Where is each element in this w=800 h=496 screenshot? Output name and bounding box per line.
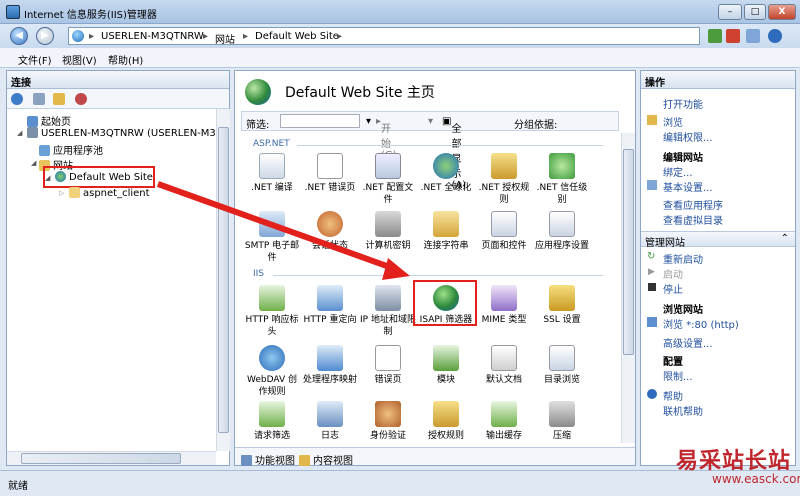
manage-site-title: 管理网站 <box>645 238 685 249</box>
action-open-feature[interactable]: 打开功能 <box>663 96 703 111</box>
action-online-help[interactable]: 联机帮助 <box>663 403 703 418</box>
collapse-icon[interactable]: ⌃ <box>781 233 789 244</box>
actions-pane: 操作 打开功能 浏览 编辑权限... 编辑网站 绑定... 基本设置... 查看… <box>640 70 796 466</box>
action-edit-permissions[interactable]: 编辑权限... <box>663 129 713 144</box>
action-browse-http[interactable]: 浏览 *:80 (http) <box>663 316 739 331</box>
action-view-applications[interactable]: 查看应用程序 <box>663 197 723 212</box>
browse-icon <box>647 317 657 327</box>
action-restart[interactable]: 重新启动 <box>663 251 703 266</box>
arrow-head <box>382 258 410 280</box>
action-advanced-settings[interactable]: 高级设置... <box>663 335 713 350</box>
help-icon <box>647 389 657 399</box>
action-start[interactable]: 启动 <box>663 266 683 281</box>
watermark-url: www.easck.com <box>712 472 800 486</box>
action-bindings[interactable]: 绑定... <box>663 164 693 179</box>
basic-settings-icon <box>647 180 657 190</box>
action-basic-settings[interactable]: 基本设置... <box>663 179 713 194</box>
browse-site-title: 浏览网站 <box>663 305 703 316</box>
edit-site-title: 编辑网站 <box>663 153 703 164</box>
actions-header: 操作 <box>641 71 795 89</box>
start-icon: ▶ <box>648 267 655 277</box>
manage-site-header: 管理网站 ⌃ <box>641 231 795 249</box>
action-view-virtual-dirs[interactable]: 查看虚拟目录 <box>663 212 723 227</box>
configure-title: 配置 <box>663 357 683 368</box>
stop-icon <box>648 283 656 291</box>
restart-icon: ↻ <box>647 251 656 262</box>
action-limits[interactable]: 限制... <box>663 368 693 383</box>
arrow-line <box>156 181 400 273</box>
action-help[interactable]: 帮助 <box>663 388 683 403</box>
watermark-text: 易采站长站 <box>676 448 792 474</box>
explore-icon <box>647 115 657 125</box>
status-text: 就绪 <box>8 481 28 492</box>
action-explore[interactable]: 浏览 <box>663 114 683 129</box>
action-stop[interactable]: 停止 <box>663 281 683 296</box>
